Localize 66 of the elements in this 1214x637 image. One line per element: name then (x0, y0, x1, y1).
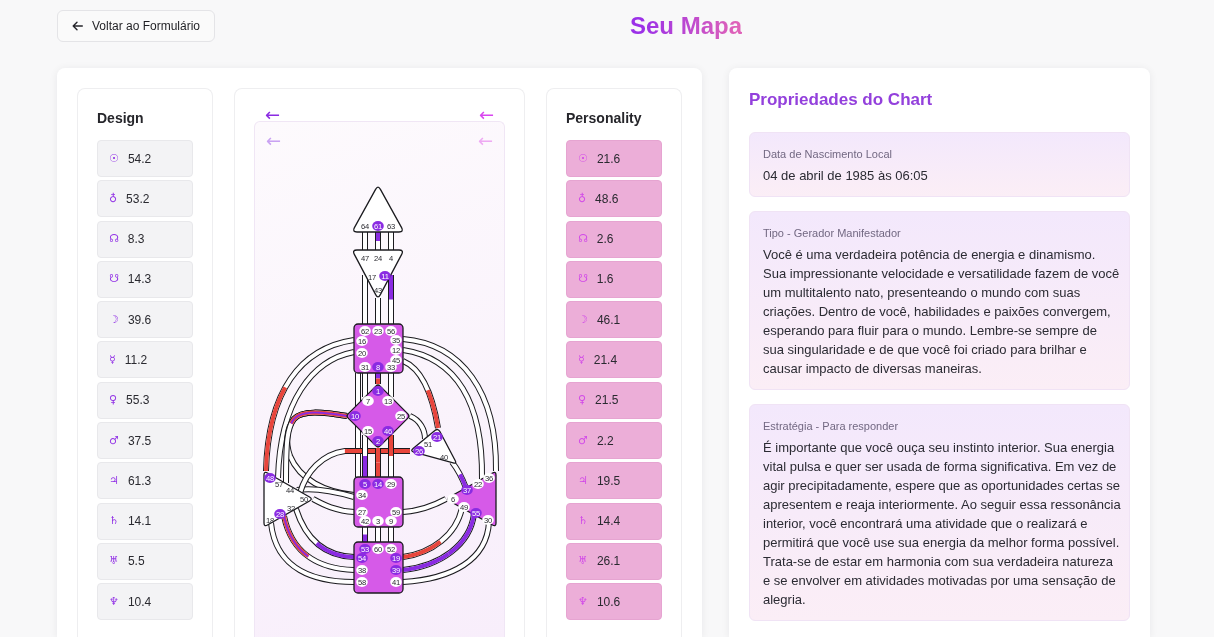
gate-value: 10.6 (596, 594, 621, 609)
property-label: Data de Nascimento Local (763, 148, 892, 160)
planet-symbol: ☿ (578, 353, 585, 367)
gate-value: 14.4 (596, 514, 621, 529)
planet-symbol: ♁ (109, 191, 118, 206)
gate-value: 46.1 (596, 312, 621, 327)
property-label: Tipo - Gerador Manifestador (763, 227, 901, 239)
arrow-left-icon (72, 21, 83, 31)
gate-value: 21.6 (596, 151, 621, 166)
gate-value: 26.1 (596, 554, 621, 569)
gate-value: 55.3 (126, 393, 150, 408)
planet-symbol: ☉ (578, 151, 588, 166)
gate-value: 54.2 (127, 151, 152, 166)
planet-symbol: ♅ (109, 554, 119, 569)
column-title: Design (97, 110, 144, 126)
planet-symbol: ♃ (578, 473, 588, 488)
planet-symbol: ☊ (109, 232, 119, 247)
planet-symbol: ♀ (109, 393, 118, 408)
back-button[interactable]: Voltar ao Formulário (57, 10, 216, 42)
property-text: É importante que você ouça seu instinto interior. Sua energia vital pulsa e quer ser usada de forma significativa. Em vez de agir precipitadamente, espere que as oportunidades certas se apresentem e reaja interiormente. Ao seguir essa ressonância interior, você encontrará uma atividade que o realizará e permitirá que você use sua energia da melhor forma possível. Trata-se de estar em harmonia com sua verdadeira natureza e se envolver em atividades motivadas por uma sensação de alegria. (763, 439, 1121, 609)
direction-arrow: ← (266, 134, 282, 148)
gate-value: 10.4 (127, 594, 152, 609)
planet-symbol: ☽ (578, 312, 588, 327)
gate-value: 14.1 (127, 514, 152, 529)
planet-symbol: ☽ (109, 312, 119, 327)
planet-symbol: ♄ (578, 514, 588, 529)
gate-value: 19.5 (596, 473, 621, 488)
planet-symbol: ♀ (578, 393, 587, 408)
column-title: Personality (566, 110, 642, 126)
gate-value: 11.2 (124, 353, 148, 367)
planet-symbol: ♁ (578, 191, 587, 206)
planet-symbol: ☿ (109, 353, 116, 367)
planet-symbol: ♆ (578, 594, 588, 609)
planet-symbol: ☋ (109, 272, 119, 287)
planet-symbol: ♂ (109, 433, 119, 448)
direction-arrow: ← (265, 108, 281, 121)
planet-symbol: ♂ (578, 433, 588, 448)
property-text: 04 de abril de 1985 às 06:05 (763, 167, 929, 185)
gate-value: 14.3 (127, 272, 152, 287)
planet-symbol: ♄ (109, 514, 119, 529)
planet-symbol: ♃ (109, 473, 119, 488)
gate-value: 21.5 (595, 393, 619, 408)
planet-symbol: ☊ (578, 232, 588, 247)
gate-value: 39.6 (127, 312, 152, 327)
gate-value: 48.6 (595, 191, 619, 206)
gate-value: 8.3 (127, 232, 145, 247)
gate-value: 61.3 (127, 473, 152, 488)
gate-value: 53.2 (126, 191, 150, 206)
planet-symbol: ♅ (578, 554, 588, 569)
planet-symbol: ☉ (109, 151, 119, 166)
gate-value: 2.2 (596, 433, 614, 448)
gate-value: 37.5 (127, 433, 152, 448)
properties-title: Propriedades do Chart (749, 90, 933, 109)
channel-line (388, 373, 394, 397)
channel-line (362, 275, 368, 324)
gate-value: 5.5 (127, 554, 145, 569)
property-label: Estratégia - Para responder (763, 420, 899, 432)
gate-value: 2.6 (596, 232, 614, 247)
gate-value: 1.6 (596, 272, 614, 287)
planet-symbol: ♆ (109, 594, 119, 609)
gate-value: 21.4 (593, 353, 618, 367)
direction-arrow: ← (478, 108, 494, 121)
property-text: Você é uma verdadeira potência de energia e dinamismo. Sua impressionante velocidade e versatilidade fazem de você um multitalento nato, presenteando o mundo com suas criações. Dentro de você, habilidades e paixões convergem, esperando para fluir para o mundo. Lembre-se sempre de sua singularidade e de que você foi criado para brilhar e causar impacto de diversas maneiras. (763, 246, 1121, 378)
channel-line (375, 298, 381, 324)
direction-arrow: ← (477, 134, 493, 148)
planet-symbol: ☋ (578, 272, 588, 287)
